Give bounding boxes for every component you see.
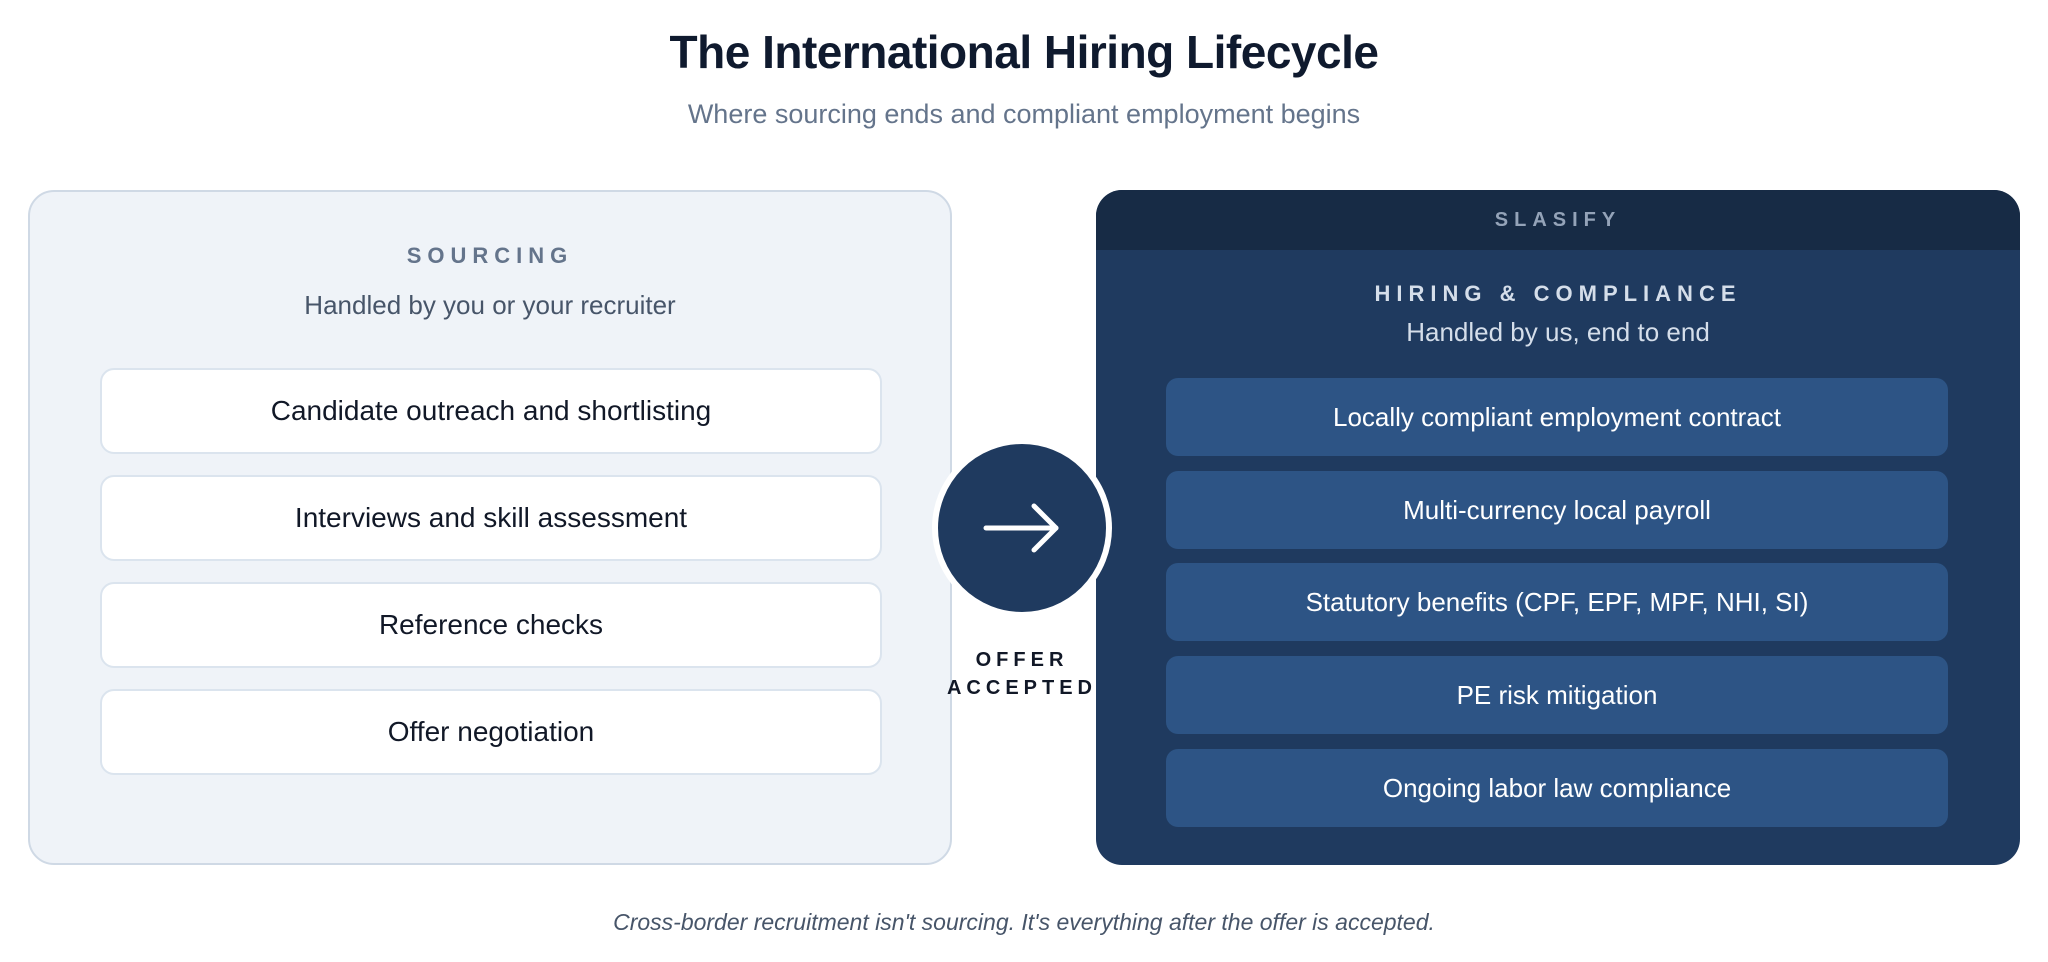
offer-connector — [932, 438, 1112, 618]
offer-label-line: OFFER — [975, 649, 1069, 671]
compliance-step: Locally compliant employment contract — [1166, 378, 1948, 456]
compliance-step: PE risk mitigation — [1166, 656, 1948, 734]
compliance-heading: HIRING & COMPLIANCE — [1374, 281, 1742, 306]
compliance-subheading: Handled by us, end to end — [1406, 317, 1710, 347]
page-subtitle: Where sourcing ends and compliant employ… — [687, 99, 1361, 129]
sourcing-step: Interviews and skill assessment — [100, 475, 882, 561]
sourcing-panel: SOURCING Handled by you or your recruite… — [28, 190, 952, 865]
sourcing-heading: SOURCING — [406, 243, 574, 268]
offer-accepted-label: OFFER ACCEPTED — [932, 646, 1112, 702]
sourcing-step: Offer negotiation — [100, 689, 882, 775]
sourcing-subheading: Handled by you or your recruiter — [304, 290, 676, 320]
sourcing-step: Reference checks — [100, 582, 882, 668]
accepted-label-line: ACCEPTED — [946, 677, 1097, 699]
compliance-step: Statutory benefits (CPF, EPF, MPF, NHI, … — [1166, 563, 1948, 641]
sourcing-step: Candidate outreach and shortlisting — [100, 368, 882, 454]
page-title: The International Hiring Lifecycle — [669, 26, 1379, 78]
slasify-panel: SLASIFY HIRING & COMPLIANCE Handled by u… — [1096, 190, 2020, 865]
footer-note: Cross-border recruitment isn't sourcing.… — [613, 909, 1435, 935]
compliance-step: Ongoing labor law compliance — [1166, 749, 1948, 827]
slasify-brand-bar: SLASIFY — [1096, 190, 2020, 250]
arrow-right-icon — [983, 503, 1059, 553]
compliance-step: Multi-currency local payroll — [1166, 471, 1948, 549]
